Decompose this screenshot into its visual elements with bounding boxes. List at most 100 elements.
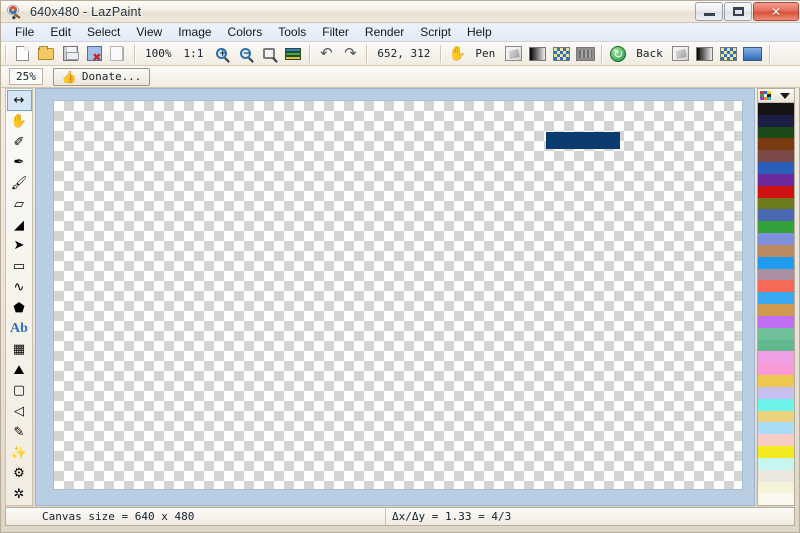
open-file-button[interactable]	[35, 43, 57, 64]
palette-swatch[interactable]	[758, 410, 794, 423]
zoom-original-label[interactable]: 100%	[139, 47, 178, 60]
palette-swatch[interactable]	[758, 114, 794, 127]
palette-swatch[interactable]	[758, 304, 794, 316]
blue-rectangle[interactable]	[546, 132, 620, 149]
palette-swatch-list[interactable]	[758, 103, 794, 506]
pan-hand-button[interactable]: ✋	[446, 43, 468, 64]
redo-button[interactable]: ↷	[339, 43, 361, 64]
back-gradient-button[interactable]	[694, 43, 716, 64]
menu-item-image[interactable]: Image	[170, 24, 219, 40]
tool-select-arrow[interactable]: ➤	[7, 235, 32, 256]
menu-item-file[interactable]: File	[7, 24, 42, 40]
minimize-button[interactable]	[695, 2, 723, 21]
canvas-viewport[interactable]	[35, 88, 755, 506]
new-file-button[interactable]	[11, 43, 33, 64]
tool-magic-wand[interactable]: ✨	[7, 443, 32, 464]
tool-select-pen[interactable]: ✎	[7, 422, 32, 443]
tool-paint-bucket[interactable]: ◢	[7, 215, 32, 236]
eraser-icon: ▱	[14, 196, 24, 212]
menu-item-render[interactable]: Render	[357, 24, 412, 40]
zoom-fit-button[interactable]	[258, 43, 280, 64]
palette-swatch[interactable]	[758, 150, 794, 163]
donate-button[interactable]: 👍 Donate...	[52, 67, 151, 86]
palette-swatch[interactable]	[758, 481, 794, 494]
palette-swatch[interactable]	[758, 375, 794, 387]
palette-swatch[interactable]	[758, 363, 794, 376]
palette-swatch[interactable]	[758, 256, 794, 269]
chevron-down-icon[interactable]	[780, 92, 790, 99]
menu-item-view[interactable]: View	[128, 24, 170, 40]
tool-curve[interactable]: ∿	[7, 277, 32, 298]
palette-swatch[interactable]	[758, 162, 794, 174]
tool-eraser[interactable]: ▱	[7, 194, 32, 215]
palette-swatch[interactable]	[758, 280, 794, 293]
palette-swatch[interactable]	[758, 446, 794, 458]
tool-hand[interactable]: ✋	[7, 111, 32, 132]
menu-item-select[interactable]: Select	[79, 24, 128, 40]
zoom-out-button[interactable]: −	[234, 43, 256, 64]
pen-fill-group	[501, 43, 597, 65]
tool-polygon[interactable]: ⬟	[7, 298, 32, 319]
tool-text[interactable]: Ab	[7, 318, 32, 339]
palette-header[interactable]	[758, 89, 794, 103]
back-color-button[interactable]	[670, 43, 692, 64]
palette-swatch[interactable]	[758, 422, 794, 435]
palette-swatch[interactable]	[758, 244, 794, 257]
image-canvas[interactable]	[54, 101, 742, 489]
tool-pencil[interactable]: ✒	[7, 153, 32, 174]
palette-swatch[interactable]	[758, 469, 794, 482]
palette-swatch[interactable]	[758, 221, 794, 234]
menu-item-edit[interactable]: Edit	[42, 24, 79, 40]
palette-swatch[interactable]	[758, 233, 794, 245]
tool-select-poly[interactable]: ◁	[7, 401, 32, 422]
palette-swatch[interactable]	[758, 126, 794, 139]
palette-swatch[interactable]	[758, 292, 794, 305]
palette-swatch[interactable]	[758, 386, 794, 399]
tool-deformation[interactable]: ✲	[7, 484, 32, 505]
palette-swatch[interactable]	[758, 493, 794, 506]
menu-item-tools[interactable]: Tools	[270, 24, 314, 40]
palette-swatch[interactable]	[758, 173, 794, 186]
palette-swatch[interactable]	[758, 351, 794, 364]
save-file-button[interactable]	[59, 43, 81, 64]
tool-rectangle[interactable]: ▭	[7, 256, 32, 277]
save-as-button[interactable]	[83, 43, 105, 64]
palette-swatch[interactable]	[758, 327, 794, 340]
menu-item-colors[interactable]: Colors	[220, 24, 271, 40]
maximize-button[interactable]	[724, 2, 752, 21]
palette-swatch[interactable]	[758, 209, 794, 222]
menu-item-help[interactable]: Help	[459, 24, 500, 40]
duplicate-button[interactable]	[107, 43, 129, 64]
palette-swatch[interactable]	[758, 197, 794, 210]
palette-swatch[interactable]	[758, 103, 794, 115]
tool-perspective[interactable]: ▦	[7, 339, 32, 360]
pen-color-button[interactable]	[502, 43, 524, 64]
palette-swatch[interactable]	[758, 457, 794, 470]
tool-color-picker[interactable]: ✐	[7, 132, 32, 153]
menu-item-filter[interactable]: Filter	[314, 24, 357, 40]
tool-clone-stamp[interactable]: ⚙	[7, 464, 32, 485]
tool-phong-shape[interactable]: ⛰	[7, 360, 32, 381]
tool-move-selection[interactable]: ↔	[6, 90, 32, 112]
tool-brush[interactable]: 🖌	[7, 173, 32, 194]
palette-swatch[interactable]	[758, 339, 794, 352]
close-button[interactable]: ✕	[753, 2, 799, 21]
back-pattern-button[interactable]	[718, 43, 740, 64]
palette-swatch[interactable]	[758, 138, 794, 151]
swap-colors-button[interactable]	[607, 43, 629, 64]
palette-swatch[interactable]	[758, 434, 794, 447]
palette-swatch[interactable]	[758, 185, 794, 198]
pen-texture-button[interactable]	[574, 43, 596, 64]
palette-swatch[interactable]	[758, 315, 794, 328]
tool-select-rect[interactable]: ▢	[7, 381, 32, 402]
palette-swatch[interactable]	[758, 398, 794, 411]
pen-gradient-button[interactable]	[526, 43, 548, 64]
menu-item-script[interactable]: Script	[412, 24, 459, 40]
zoom-ratio-label[interactable]: 1:1	[178, 47, 210, 60]
pen-pattern-button[interactable]	[550, 43, 572, 64]
layers-button[interactable]	[282, 43, 304, 64]
zoom-in-button[interactable]: +	[210, 43, 232, 64]
palette-swatch[interactable]	[758, 268, 794, 281]
back-texture-button[interactable]	[742, 43, 764, 64]
undo-button[interactable]: ↶	[315, 43, 337, 64]
